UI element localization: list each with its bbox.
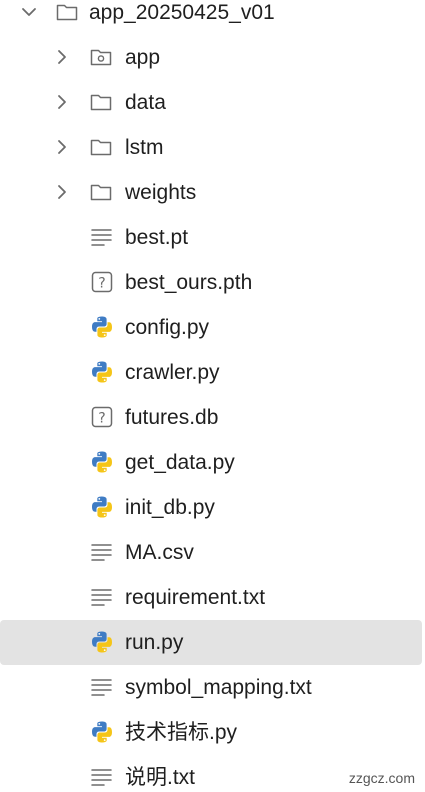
python-icon [92,496,112,518]
tree-row-label: lstm [125,136,164,159]
text-file-icon [91,544,112,561]
folder-icon [56,4,78,21]
tree-row-folder-app[interactable]: app [0,35,425,80]
tree-row-label: crawler.py [125,361,220,384]
tree-row-label: best_ours.pth [125,271,253,294]
tree-row-folder-data[interactable]: data [0,80,425,125]
tree-row-label: weights [125,181,197,204]
tree-row-file-get-data-py[interactable]: get_data.py [0,440,425,485]
tree-row-label: symbol_mapping.txt [125,676,312,699]
unknown-file-icon: ? [91,271,113,293]
tree-row-label: app_20250425_v01 [89,1,275,24]
tree-row-label: app [125,46,161,69]
tree-row-file-indicators-py[interactable]: 技术指标.py [0,710,425,755]
tree-row-label: run.py [125,631,184,654]
python-icon [92,361,112,383]
tree-row-file-requirement-txt[interactable]: requirement.txt [0,575,425,620]
tree-row-file-best-ours-pth[interactable]: ? best_ours.pth [0,260,425,305]
python-icon [92,316,112,338]
tree-row-label: MA.csv [125,541,194,564]
python-icon [92,631,112,653]
tree-row-label: data [125,91,166,114]
tree-row-label: 技术指标.py [125,721,238,744]
tree-row-file-config-py[interactable]: config.py [0,305,425,350]
tree-row-label: best.pt [125,226,189,249]
tree-row-file-symbol-mapping-txt[interactable]: symbol_mapping.txt [0,665,425,710]
folder-app-icon [90,49,112,66]
tree-row-file-run-py[interactable]: run.py [0,620,425,665]
chevron-right-icon[interactable] [52,182,72,202]
tree-row-root[interactable]: app_20250425_v01 [0,0,425,35]
chevron-right-icon[interactable] [52,47,72,67]
tree-row-file-init-db-py[interactable]: init_db.py [0,485,425,530]
tree-row-label: requirement.txt [125,586,266,609]
python-icon [92,721,112,743]
python-icon [92,451,112,473]
tree-row-file-futures-db[interactable]: ? futures.db [0,395,425,440]
folder-icon [90,184,112,201]
text-file-icon [91,589,112,606]
tree-row-label: get_data.py [125,451,235,474]
folder-icon [90,94,112,111]
tree-row-label: futures.db [125,406,219,429]
file-explorer-tree: app_20250425_v01 app data lstm weights b… [0,0,425,792]
tree-row-label: config.py [125,316,210,339]
tree-row-folder-weights[interactable]: weights [0,170,425,215]
text-file-icon [91,229,112,246]
chevron-right-icon[interactable] [52,92,72,112]
watermark: zzgcz.com [346,770,417,786]
folder-icon [90,139,112,156]
tree-row-label: 说明.txt [125,766,196,789]
chevron-right-icon[interactable] [52,137,72,157]
tree-row-file-ma-csv[interactable]: MA.csv [0,530,425,575]
unknown-file-icon: ? [91,406,113,428]
svg-text:?: ? [98,276,105,292]
tree-row-label: init_db.py [125,496,215,519]
tree-row-file-best-pt[interactable]: best.pt [0,215,425,260]
tree-row-file-crawler-py[interactable]: crawler.py [0,350,425,395]
svg-text:?: ? [98,411,105,427]
tree-row-folder-lstm[interactable]: lstm [0,125,425,170]
text-file-icon [91,769,112,786]
text-file-icon [91,679,112,696]
chevron-down-icon[interactable] [19,2,39,22]
